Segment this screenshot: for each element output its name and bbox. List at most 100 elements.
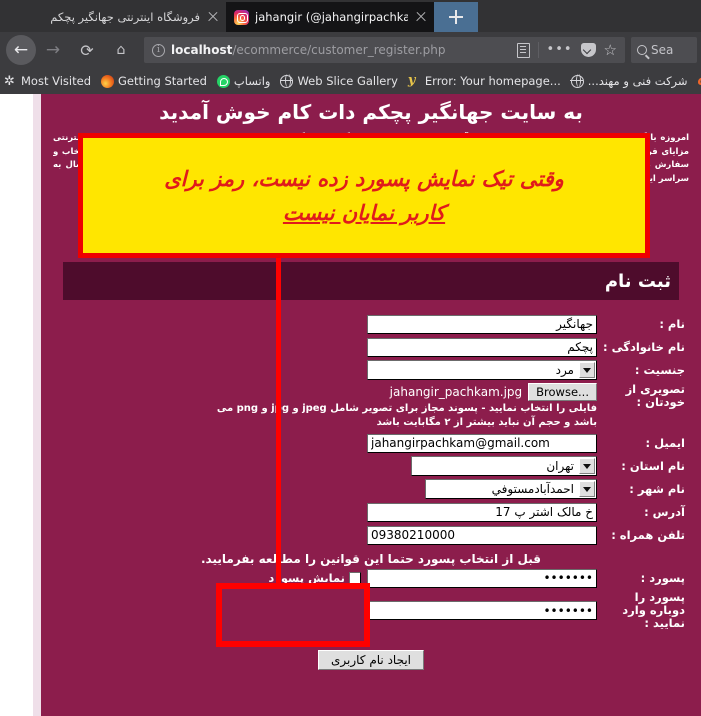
bookmark-label: Web Slice Gallery	[297, 74, 398, 88]
label-state: نام استان :	[621, 458, 685, 473]
home-icon[interactable]: ⌂	[104, 33, 138, 67]
bookmark-label: Error: Your homepage...	[424, 74, 561, 88]
bookmark-label: واتساپ	[233, 74, 271, 88]
address-bar[interactable]: i localhost/ecommerce/customer_register.…	[144, 37, 625, 63]
bookmarks-toolbar: ✲ Most Visited Getting Started واتساپ We…	[0, 68, 701, 94]
form-row-email: ایمیل :	[57, 433, 685, 453]
chevron-down-icon[interactable]	[579, 362, 595, 378]
reload-icon[interactable]: ⟳	[70, 33, 104, 67]
search-bar[interactable]: Sea	[631, 37, 697, 63]
browser-tab-shop[interactable]: فروشگاه اینترنتی جهانگیر پچکم	[4, 2, 226, 32]
page-actions-icon[interactable]: •••	[547, 43, 573, 56]
last-name-input[interactable]	[367, 337, 597, 357]
info-icon[interactable]: i	[152, 43, 165, 57]
section-title: ثبت نام	[604, 270, 671, 292]
annotation-line-1: وقتی تیک نمایش پسورد زده نیست، رمز برای	[164, 166, 564, 191]
form-row-gender: جنسیت : مرد	[57, 360, 685, 380]
label-first-name: نام :	[659, 316, 685, 331]
mobile-input[interactable]	[367, 525, 597, 545]
form-row-last-name: نام خانوادگی :	[57, 337, 685, 357]
email-input[interactable]	[367, 433, 597, 453]
state-selected-value: تهران	[546, 459, 574, 473]
divider	[537, 42, 539, 58]
bookmark-star-icon[interactable]: ☆	[604, 43, 617, 58]
city-select[interactable]: احمدآبادمستوفي	[425, 479, 597, 499]
page-side-gutter	[33, 94, 41, 716]
label-address: آدرس :	[644, 504, 685, 519]
annotation-line-2: کاربر نمایان نیست	[282, 200, 446, 225]
search-placeholder: Sea	[651, 43, 674, 57]
chevron-down-icon[interactable]	[579, 458, 595, 474]
gender-selected-value: مرد	[555, 363, 574, 377]
tab-title: jahangir (@jahangirpachkam) • Ins	[255, 10, 408, 24]
annotation-callout: وقتی تیک نمایش پسورد زده نیست، رمز برای …	[78, 133, 650, 258]
registration-form: نام : نام خانوادگی : جنسیت : مرد	[41, 300, 701, 670]
bookmark-label: Most Visited	[21, 74, 91, 88]
bookmark-error-homepage[interactable]: y Error: Your homepage...	[407, 72, 561, 89]
chevron-down-icon[interactable]	[579, 481, 595, 497]
label-city: نام شهر :	[629, 481, 685, 496]
bookmark-label: شرکت فنی و مهند...	[587, 74, 688, 88]
photo-file-name: jahangir_pachkam.jpg	[389, 385, 523, 399]
browser-tab-instagram[interactable]: jahangir (@jahangirpachkam) • Ins	[226, 2, 434, 32]
page-title: به سایت جهانگیر پچکم دات کام خوش آمدید	[159, 100, 583, 124]
forward-arrow-icon[interactable]: →	[36, 33, 70, 67]
rules-note: قبل از انتخاب پسورد حتما این قوانین را م…	[201, 552, 541, 566]
bookmark-engineering-company[interactable]: شرکت فنی و مهند...	[570, 74, 688, 88]
form-row-first-name: نام :	[57, 314, 685, 334]
url-path: /ecommerce/customer_register.php	[232, 43, 446, 57]
state-select[interactable]: تهران	[411, 456, 597, 476]
close-icon[interactable]	[414, 10, 428, 24]
section-header-register: ثبت نام	[63, 262, 679, 300]
gender-select[interactable]: مرد	[367, 360, 597, 380]
photo-upload-group: Browse... jahangir_pachkam.jpg فایلی را …	[207, 383, 597, 430]
reader-view-icon[interactable]	[516, 42, 530, 58]
annotation-pointer-line	[276, 258, 281, 584]
back-arrow-icon[interactable]: ←	[6, 35, 36, 65]
photo-file-line: Browse... jahangir_pachkam.jpg	[207, 383, 597, 401]
globe-icon	[280, 74, 294, 88]
bookmark-most-visited[interactable]: ✲ Most Visited	[4, 74, 91, 88]
close-icon[interactable]	[206, 10, 220, 24]
globe-icon	[570, 74, 584, 88]
pocket-icon[interactable]	[580, 43, 596, 57]
yahoo-icon: y	[407, 72, 416, 88]
label-gender: جنسیت :	[634, 362, 685, 377]
address-bar-icons: ••• ☆	[516, 42, 621, 58]
form-row-password: پسورد : نمایش پسورد	[57, 568, 685, 588]
create-account-button[interactable]: ایجاد نام کاربری	[318, 650, 424, 670]
url-host: localhost	[171, 43, 233, 57]
form-row-state: نام استان : تهران	[57, 456, 685, 476]
cp-icon: cP	[698, 74, 701, 89]
label-password: پسورد :	[640, 570, 685, 585]
label-last-name: نام خانوادگی :	[603, 339, 685, 354]
search-icon	[637, 45, 647, 55]
form-row-address: آدرس :	[57, 502, 685, 522]
gear-icon: ✲	[4, 73, 15, 89]
label-email: ایمیل :	[645, 435, 685, 450]
whatsapp-icon	[216, 74, 230, 88]
annotation-highlight-box	[216, 583, 370, 647]
form-row-city: نام شهر : احمدآبادمستوفي	[57, 479, 685, 499]
browse-button[interactable]: Browse...	[528, 383, 597, 401]
address-input[interactable]	[367, 502, 597, 522]
form-row-mobile: تلفن همراه :	[57, 525, 685, 545]
tab-strip: فروشگاه اینترنتی جهانگیر پچکم jahangir (…	[0, 0, 701, 32]
bookmark-web-slice-gallery[interactable]: Web Slice Gallery	[280, 74, 398, 88]
label-photo: تصویری از خودتان :	[625, 382, 685, 409]
label-password-confirm: پسورد را دوباره وارد نمایید :	[622, 590, 685, 630]
password-input[interactable]	[367, 568, 597, 588]
bookmark-label: Getting Started	[118, 74, 207, 88]
submit-row: ایجاد نام کاربری	[57, 633, 685, 670]
first-name-input[interactable]	[367, 314, 597, 334]
bookmark-getting-started[interactable]: Getting Started	[101, 74, 207, 88]
label-mobile: تلفن همراه :	[611, 527, 685, 542]
password-confirm-input[interactable]	[367, 601, 597, 620]
form-row-password-confirm: پسورد را دوباره وارد نمایید :	[57, 591, 685, 630]
instagram-icon	[234, 9, 249, 25]
url-text: localhost/ecommerce/customer_register.ph…	[171, 43, 511, 57]
bookmark-cp[interactable]: cP	[698, 74, 701, 89]
bookmark-whatsapp[interactable]: واتساپ	[216, 74, 271, 88]
firefox-icon	[101, 74, 114, 88]
new-tab-button[interactable]	[434, 2, 478, 32]
